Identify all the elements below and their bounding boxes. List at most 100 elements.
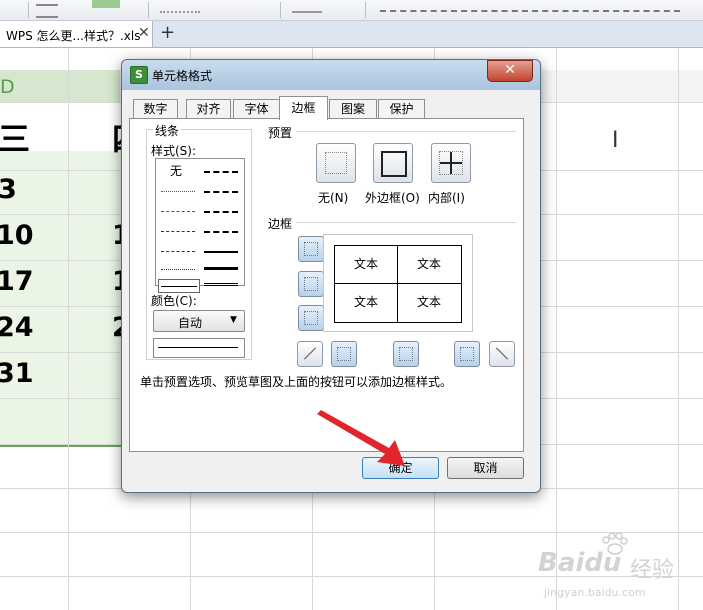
line-style-option[interactable] (204, 267, 238, 270)
new-tab-icon[interactable]: + (160, 22, 175, 43)
fill-color-icon[interactable] (92, 0, 120, 8)
cell-d-row1[interactable]: 3 (0, 174, 17, 205)
text-cursor-icon: I (612, 128, 619, 153)
watermark-url: jingyan.baidu.com (544, 586, 646, 599)
color-dropdown-value: 自动 (178, 316, 203, 330)
preset-inside-button[interactable] (431, 143, 471, 183)
dialog-close-button[interactable]: ✕ (487, 60, 533, 82)
tab-font[interactable]: 字体 (233, 99, 280, 119)
ribbon-separator (365, 2, 366, 18)
watermark-brand: Baidu (538, 548, 622, 578)
line-style-option[interactable] (204, 211, 238, 213)
border-section-title: 边框 (268, 217, 293, 231)
column-d-label: D (0, 76, 15, 98)
dialog-title: 单元格格式 (152, 69, 213, 83)
border-diagonal-down-button[interactable] (489, 341, 515, 367)
ribbon-separator (280, 2, 281, 18)
diagonal-down-icon (495, 347, 509, 360)
color-dropdown[interactable]: 自动 ▼ (153, 310, 245, 332)
line-style-option[interactable] (161, 251, 195, 252)
line-style-option[interactable] (204, 251, 238, 253)
selected-range[interactable] (0, 151, 130, 447)
preset-outline-label: 外边框(O) (365, 191, 420, 205)
border-bottom-button[interactable] (298, 305, 324, 331)
line-style-list[interactable]: 无 (155, 158, 245, 293)
preset-none-label: 无(N) (318, 191, 349, 205)
line-color-sample (153, 338, 245, 358)
border-diagonal-up-button[interactable] (297, 341, 323, 367)
border-middle-icon (304, 277, 318, 291)
watermark-suffix: 经验 (630, 558, 675, 583)
border-top-icon (304, 242, 318, 256)
border-left-button[interactable] (331, 341, 357, 367)
grid-line (68, 48, 69, 610)
cell-d-row5[interactable]: 31 (0, 358, 34, 389)
preview-cell-text: 文本 (353, 257, 378, 271)
line-style-option[interactable] (161, 191, 195, 192)
wps-app-icon: S (130, 66, 148, 84)
document-tab-label: WPS 怎么更...样式？.xls (6, 29, 141, 43)
line-style-none[interactable]: 无 (170, 162, 182, 179)
cell-header-d[interactable]: 三 (0, 114, 30, 160)
cell-d-row4[interactable]: 24 (0, 312, 34, 343)
line-style-option[interactable] (204, 283, 238, 286)
close-tab-icon[interactable]: ✕ (138, 25, 150, 41)
preview-cell-text: 文本 (416, 295, 441, 309)
cancel-button[interactable]: 取消 (447, 457, 524, 479)
border-middle-vertical-button[interactable] (393, 341, 419, 367)
cell-d-row2[interactable]: 10 (0, 220, 34, 251)
preset-divider (296, 131, 516, 132)
align-icon[interactable] (36, 4, 58, 18)
tab-number[interactable]: 数字 (133, 99, 178, 119)
style-icon[interactable] (292, 3, 322, 13)
dialog-title-bar[interactable]: S 单元格格式 ✕ (122, 60, 540, 90)
grid-line (556, 48, 557, 610)
document-tab-strip: WPS 怎么更...样式？.xls ✕ + (0, 21, 703, 48)
inside-horizontal-line (440, 162, 462, 164)
border-right-icon (460, 347, 474, 361)
border-middle-horizontal-button[interactable] (298, 271, 324, 297)
border-tab-panel: 线条 样式(S): 无 颜色(C): 自动 ▼ 预置 无(N) 外边框(O) 内… (129, 118, 524, 452)
preview-cell-text: 文本 (416, 257, 441, 271)
editing-tools-strip[interactable] (380, 2, 680, 12)
column-header-e[interactable] (68, 70, 120, 102)
toolbar-ribbon (0, 0, 703, 21)
annotation-arrow-icon (317, 410, 405, 466)
preset-outline-button[interactable] (373, 143, 413, 183)
border-right-button[interactable] (454, 341, 480, 367)
line-style-thin (161, 286, 197, 287)
border-divider (296, 222, 516, 223)
line-style-option[interactable] (204, 171, 238, 173)
line-style-option[interactable] (161, 211, 195, 212)
document-tab[interactable]: WPS 怎么更...样式？.xls ✕ (0, 21, 153, 47)
preset-inside-icon (439, 151, 463, 175)
chevron-down-icon: ▼ (230, 315, 237, 325)
border-preview[interactable]: 文本 文本 文本 文本 (323, 234, 473, 332)
column-header-d[interactable]: D (0, 70, 68, 102)
line-style-option[interactable] (204, 231, 238, 233)
line-sample (158, 347, 238, 348)
preset-none-button[interactable] (316, 143, 356, 183)
border-top-button[interactable] (298, 236, 324, 262)
cell-d-row3[interactable]: 17 (0, 266, 34, 297)
tab-alignment[interactable]: 对齐 (186, 99, 231, 119)
preset-outline-icon (381, 151, 407, 177)
preset-section-title: 预置 (268, 126, 293, 140)
tab-protection[interactable]: 保护 (378, 99, 425, 119)
line-style-option[interactable] (161, 231, 195, 232)
color-label: 颜色(C): (151, 294, 197, 308)
tab-border[interactable]: 边框 (279, 96, 328, 120)
baidu-watermark: Baidu 经验 jingyan.baidu.com (538, 530, 698, 605)
line-style-selected[interactable] (158, 279, 200, 293)
preset-inside-label: 内部(I) (428, 191, 465, 205)
preview-cell-text: 文本 (353, 295, 378, 309)
number-format-icon[interactable] (160, 3, 200, 13)
close-icon: ✕ (504, 62, 516, 78)
ribbon-separator (28, 2, 29, 18)
line-style-label: 样式(S): (151, 144, 197, 158)
tab-pattern[interactable]: 图案 (329, 99, 377, 119)
line-style-option[interactable] (161, 269, 195, 270)
line-style-option[interactable] (204, 191, 238, 193)
border-left-icon (337, 347, 351, 361)
grid-line (678, 48, 679, 610)
